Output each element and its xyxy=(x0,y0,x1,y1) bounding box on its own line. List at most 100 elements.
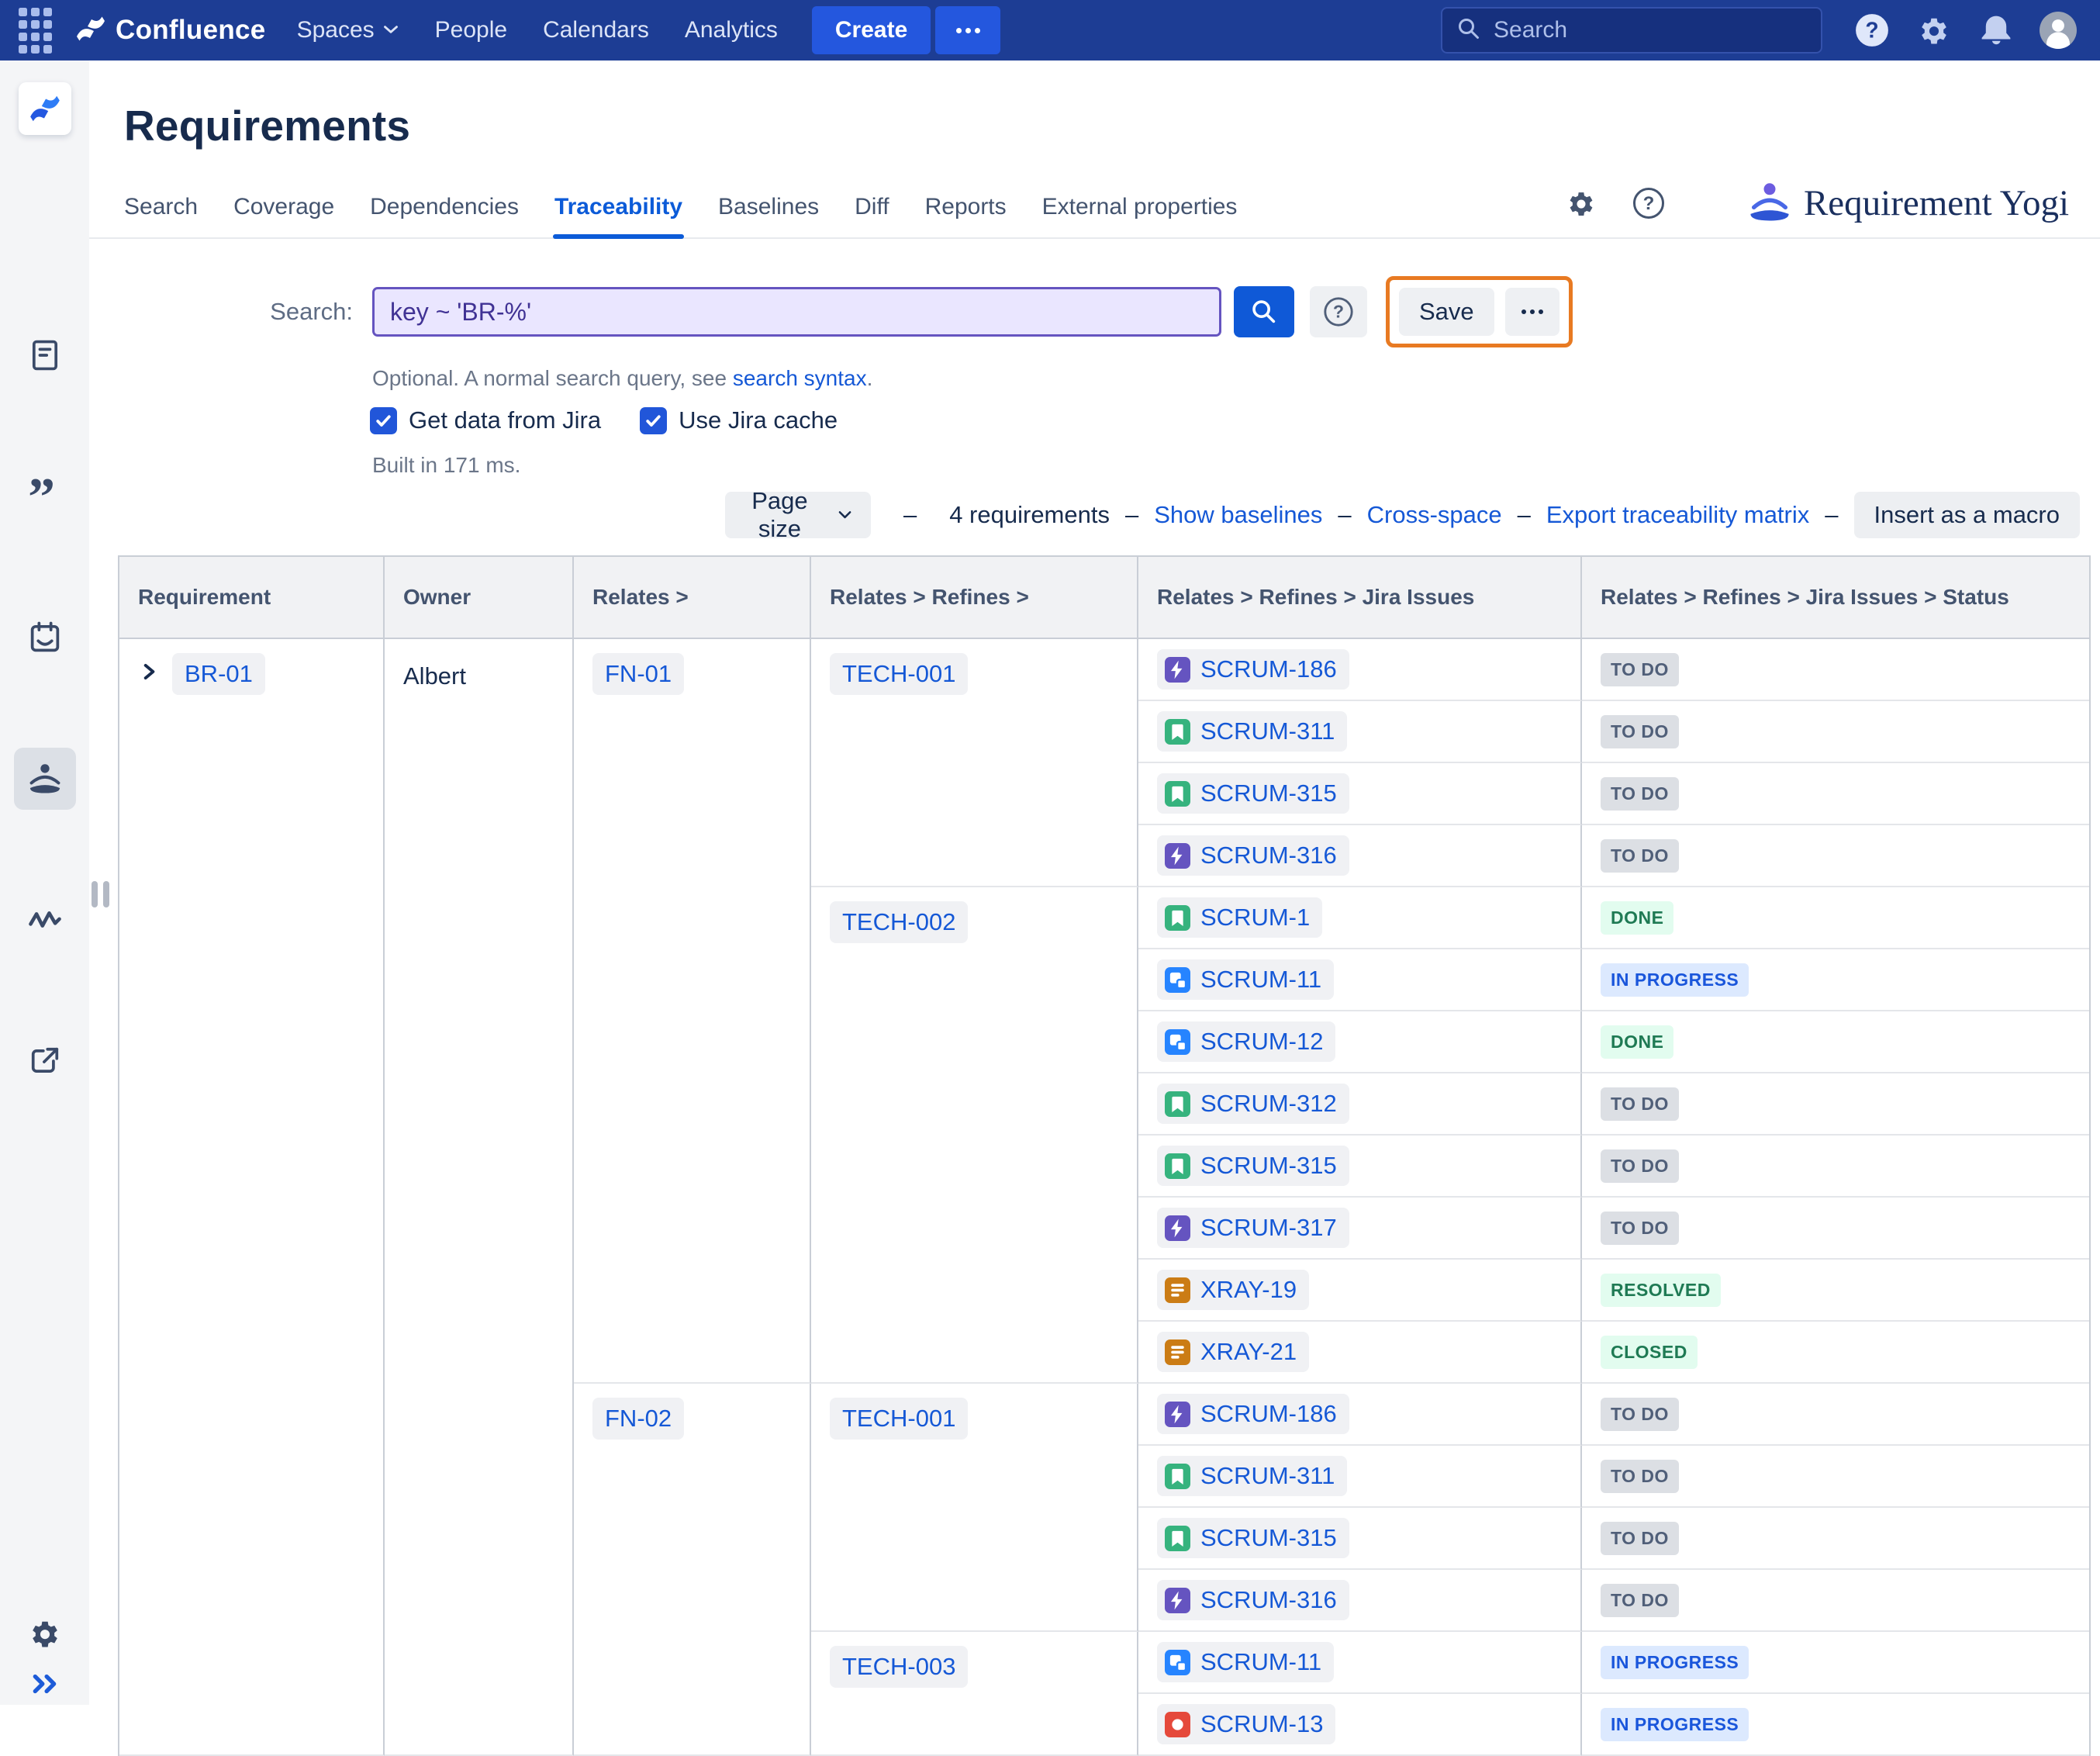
chevron-down-icon xyxy=(838,506,852,524)
sidebar-activity-icon[interactable] xyxy=(14,889,76,951)
sidebar-settings-gear-icon[interactable] xyxy=(27,1616,63,1655)
refines-link[interactable]: TECH-001 xyxy=(830,1398,968,1440)
requirement-link[interactable]: BR-01 xyxy=(172,653,265,695)
jira-issue-link[interactable]: SCRUM-11 xyxy=(1157,959,1334,1000)
refines-link[interactable]: TECH-002 xyxy=(830,901,968,943)
tab-search[interactable]: Search xyxy=(124,194,198,237)
status-cell: TO DO xyxy=(1582,763,2089,825)
global-search[interactable] xyxy=(1441,7,1822,54)
jira-issue-link[interactable]: SCRUM-12 xyxy=(1157,1021,1335,1062)
jira-issue-link[interactable]: SCRUM-316 xyxy=(1157,835,1349,876)
nav-item-analytics[interactable]: Analytics xyxy=(685,17,778,43)
status-lozenge: IN PROGRESS xyxy=(1601,963,1749,997)
jira-issue-link[interactable]: SCRUM-186 xyxy=(1157,1394,1349,1434)
checkbox-use-jira-cache[interactable]: Use Jira cache xyxy=(640,406,838,434)
sidebar-quotes-icon[interactable]: ” xyxy=(14,465,76,527)
jira-issue-link[interactable]: SCRUM-316 xyxy=(1157,1580,1349,1620)
status-lozenge: RESOLVED xyxy=(1601,1274,1721,1307)
relates-cell: FN-02 xyxy=(574,1384,811,1756)
refines-link[interactable]: TECH-001 xyxy=(830,653,968,695)
sidebar-external-link-icon[interactable] xyxy=(14,1030,76,1092)
jira-issue-link[interactable]: SCRUM-186 xyxy=(1157,649,1349,690)
tab-dependencies[interactable]: Dependencies xyxy=(370,194,519,237)
column-header: Owner xyxy=(385,557,574,639)
subtask-icon xyxy=(1165,967,1190,993)
jira-issue-link[interactable]: SCRUM-311 xyxy=(1157,711,1347,752)
jira-issue-cell: SCRUM-13 xyxy=(1138,1694,1582,1756)
column-header: Relates > Refines > xyxy=(811,557,1138,639)
page-size-button[interactable]: Page size xyxy=(725,492,871,538)
profile-avatar[interactable] xyxy=(2040,12,2077,49)
subtask-icon xyxy=(1165,1650,1190,1675)
toolbar-link-export-traceability-matrix[interactable]: Export traceability matrix xyxy=(1546,501,1809,529)
jira-issue-key: SCRUM-315 xyxy=(1200,1524,1337,1552)
refines-cell: TECH-002 xyxy=(811,887,1138,1384)
save-more-options-button[interactable] xyxy=(1505,288,1559,336)
jira-issue-cell: SCRUM-315 xyxy=(1138,763,1582,825)
refines-link[interactable]: TECH-003 xyxy=(830,1646,968,1688)
run-search-button[interactable] xyxy=(1234,286,1294,337)
jira-issue-cell: XRAY-21 xyxy=(1138,1322,1582,1384)
confluence-product-tile[interactable] xyxy=(19,82,71,135)
jira-issue-link[interactable]: SCRUM-317 xyxy=(1157,1208,1349,1248)
column-header: Relates > Refines > Jira Issues > Status xyxy=(1582,557,2089,639)
toolbar-link-show-baselines[interactable]: Show baselines xyxy=(1154,501,1322,529)
sidebar-pages-icon[interactable] xyxy=(14,324,76,386)
relates-link[interactable]: FN-02 xyxy=(592,1398,684,1440)
tab-reports[interactable]: Reports xyxy=(925,194,1007,237)
jira-issue-link[interactable]: SCRUM-312 xyxy=(1157,1084,1349,1124)
toolbar-link-cross-space[interactable]: Cross-space xyxy=(1367,501,1502,529)
tab-coverage[interactable]: Coverage xyxy=(233,194,334,237)
checkbox-checked-icon[interactable] xyxy=(640,407,667,434)
nav-item-people[interactable]: People xyxy=(435,17,507,43)
jira-issue-key: SCRUM-315 xyxy=(1200,1152,1337,1180)
status-cell: IN PROGRESS xyxy=(1582,1694,2089,1756)
jira-issue-cell: SCRUM-311 xyxy=(1138,1446,1582,1508)
status-lozenge: TO DO xyxy=(1601,1584,1679,1617)
nav-item-spaces[interactable]: Spaces xyxy=(297,17,399,43)
help-icon[interactable]: ? xyxy=(1853,12,1891,49)
search-help-button[interactable]: ? xyxy=(1310,286,1367,337)
sidebar-expand-icon[interactable] xyxy=(29,1670,60,1702)
query-input[interactable] xyxy=(372,287,1221,337)
jira-issue-link[interactable]: SCRUM-1 xyxy=(1157,897,1322,938)
jira-issue-key: XRAY-21 xyxy=(1200,1338,1297,1366)
jira-issue-key: SCRUM-315 xyxy=(1200,779,1337,807)
settings-icon[interactable] xyxy=(1915,12,1953,49)
insert-macro-button[interactable]: Insert as a macro xyxy=(1854,492,2080,538)
sidebar-requirement-yogi-icon[interactable] xyxy=(14,748,76,810)
jira-issue-link[interactable]: XRAY-21 xyxy=(1157,1332,1309,1372)
jira-issue-link[interactable]: SCRUM-315 xyxy=(1157,1518,1349,1558)
separator-dash: – xyxy=(903,501,917,529)
app-switcher-icon[interactable] xyxy=(19,8,52,54)
nav-item-calendars[interactable]: Calendars xyxy=(543,17,649,43)
tab-external-properties[interactable]: External properties xyxy=(1042,194,1238,237)
help-circle-icon[interactable]: ? xyxy=(1632,186,1666,220)
jira-issue-link[interactable]: SCRUM-13 xyxy=(1157,1704,1335,1744)
jira-issue-key: SCRUM-11 xyxy=(1200,1648,1321,1676)
notifications-icon[interactable] xyxy=(1977,12,2015,49)
search-syntax-link[interactable]: search syntax xyxy=(733,366,867,390)
tab-traceability[interactable]: Traceability xyxy=(554,194,682,237)
global-search-input[interactable] xyxy=(1494,17,1807,43)
jira-issue-link[interactable]: XRAY-19 xyxy=(1157,1270,1309,1310)
tab-diff[interactable]: Diff xyxy=(855,194,889,237)
checkbox-checked-icon[interactable] xyxy=(370,407,397,434)
relates-link[interactable]: FN-01 xyxy=(592,653,684,695)
jira-issue-link[interactable]: SCRUM-311 xyxy=(1157,1456,1347,1496)
jira-issue-link[interactable]: SCRUM-315 xyxy=(1157,773,1349,814)
build-time-status: Built in 171 ms. xyxy=(372,453,2100,478)
settings-gear-icon[interactable] xyxy=(1565,187,1597,220)
expand-chevron-icon[interactable] xyxy=(138,661,160,683)
jira-issue-link[interactable]: SCRUM-11 xyxy=(1157,1642,1334,1682)
sidebar-calendar-icon[interactable] xyxy=(14,607,76,669)
create-button[interactable]: Create xyxy=(812,6,931,54)
checkbox-get-data-from-jira[interactable]: Get data from Jira xyxy=(370,406,601,434)
tab-baselines[interactable]: Baselines xyxy=(718,194,819,237)
jira-issue-cell: SCRUM-311 xyxy=(1138,701,1582,763)
save-button[interactable]: Save xyxy=(1399,288,1494,336)
nav-more-button[interactable] xyxy=(935,6,1000,54)
jira-issue-link[interactable]: SCRUM-315 xyxy=(1157,1146,1349,1186)
confluence-logo[interactable]: Confluence xyxy=(74,12,266,50)
hint-text: Optional. A normal search query, see xyxy=(372,366,733,390)
